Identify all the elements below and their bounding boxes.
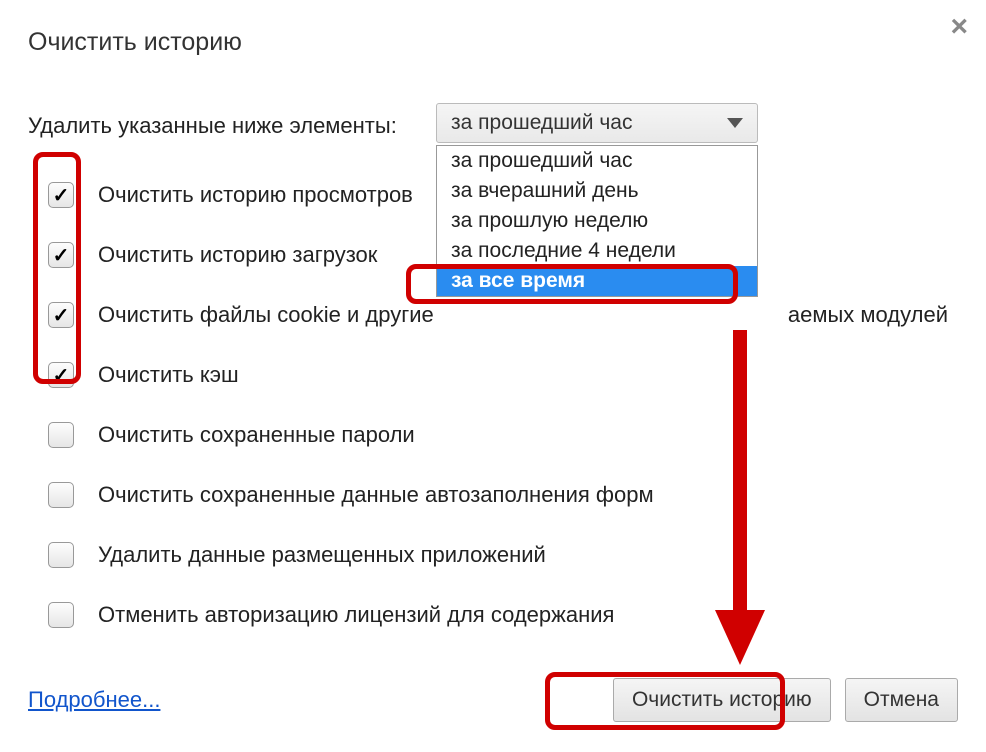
time-range-select-button[interactable]: за прошедший час	[436, 103, 758, 143]
checkbox-cookies[interactable]	[48, 302, 74, 328]
checkbox-label: Отменить авторизацию лицензий для содерж…	[98, 602, 614, 628]
time-range-option[interactable]: за прошедший час	[437, 146, 757, 176]
checkbox-hosted-apps[interactable]	[48, 542, 74, 568]
clear-history-dialog: × Очистить историю Удалить указанные ниж…	[0, 0, 986, 752]
checkbox-deauth-licenses[interactable]	[48, 602, 74, 628]
time-range-option[interactable]: за вчерашний день	[437, 176, 757, 206]
close-icon[interactable]: ×	[950, 12, 968, 42]
clear-history-button[interactable]: Очистить историю	[613, 678, 831, 722]
check-row-hosted-apps: Удалить данные размещенных приложений	[28, 525, 958, 585]
time-range-row: Удалить указанные ниже элементы: за прош…	[28, 107, 958, 139]
checkbox-autofill[interactable]	[48, 482, 74, 508]
checkbox-passwords[interactable]	[48, 422, 74, 448]
time-range-option[interactable]: за прошлую неделю	[437, 206, 757, 236]
checkbox-label: Очистить кэш	[98, 362, 239, 388]
checkbox-label: Очистить историю просмотров	[98, 182, 413, 208]
check-row-passwords: Очистить сохраненные пароли	[28, 405, 958, 465]
checkbox-label: Очистить сохраненные пароли	[98, 422, 415, 448]
checkbox-label: Очистить историю загрузок	[98, 242, 377, 268]
chevron-down-icon	[727, 118, 743, 128]
checkbox-cache[interactable]	[48, 362, 74, 388]
time-range-option[interactable]: за все время	[437, 266, 757, 296]
time-range-label: Удалить указанные ниже элементы:	[28, 107, 397, 139]
check-row-deauth-licenses: Отменить авторизацию лицензий для содерж…	[28, 585, 958, 645]
check-row-cache: Очистить кэш	[28, 345, 958, 405]
learn-more-link[interactable]: Подробнее...	[28, 687, 160, 713]
time-range-option[interactable]: за последние 4 недели	[437, 236, 757, 266]
time-range-selected-value: за прошедший час	[451, 111, 632, 135]
time-range-select[interactable]: за прошедший час за прошедший час за вче…	[436, 103, 758, 143]
checkbox-browsing[interactable]	[48, 182, 74, 208]
dialog-footer: Подробнее... Очистить историю Отмена	[28, 678, 958, 722]
checkbox-label: Очистить файлы cookie и другие	[98, 302, 434, 328]
checkbox-label: Удалить данные размещенных приложений	[98, 542, 546, 568]
time-range-dropdown: за прошедший час за вчерашний день за пр…	[436, 145, 758, 297]
checkbox-label-trailing: аемых модулей	[788, 302, 948, 328]
checkbox-downloads[interactable]	[48, 242, 74, 268]
checkbox-label: Очистить сохраненные данные автозаполнен…	[98, 482, 654, 508]
footer-buttons: Очистить историю Отмена	[613, 678, 958, 722]
dialog-title: Очистить историю	[28, 28, 958, 57]
cancel-button[interactable]: Отмена	[845, 678, 958, 722]
check-row-autofill: Очистить сохраненные данные автозаполнен…	[28, 465, 958, 525]
